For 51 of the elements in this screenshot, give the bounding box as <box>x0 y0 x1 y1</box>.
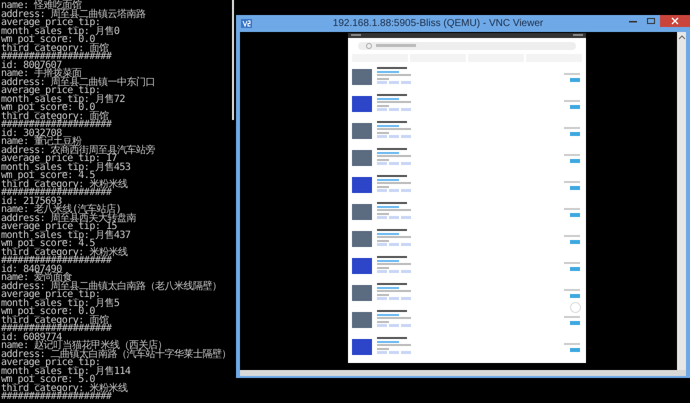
terminal-line: id: 3032708 <box>0 130 62 138</box>
terminal-line: id: 8407490 <box>0 266 62 274</box>
terminal-line: average_price_tip: 15 <box>0 223 117 232</box>
terminal-line: average_price_tip: <box>0 291 100 300</box>
terminal-line: third_category: 米粉米线 <box>0 384 128 393</box>
terminal-line: address: 周至县西关大转盘南 <box>0 214 138 223</box>
close-icon <box>671 17 679 25</box>
terminal-line: address: 周至县二曲镇一中东门口 <box>0 78 156 87</box>
terminal-line: third_category: 米粉米线 <box>0 248 128 257</box>
terminal-line: id: 2175693 <box>0 198 62 206</box>
terminal-line: address: 周至县二曲镇太白南路（老八米线隔壁） <box>0 282 223 291</box>
terminal-line: average_price_tip: <box>0 359 100 368</box>
maximize-icon <box>647 17 655 25</box>
terminal-line: name: 手擀拨菜面 <box>0 70 82 78</box>
terminal-line: #################### <box>0 53 113 62</box>
terminal-line: month_sales_tip: 月售0 <box>0 28 120 36</box>
terminal-line: month_sales_tip: 月售453 <box>0 164 132 172</box>
terminal-line: month_sales_tip: 月售5 <box>0 300 120 308</box>
terminal-line: wm_poi_score: 0.0 <box>0 308 95 316</box>
terminal-line: third_category: 米粉米线 <box>0 180 128 189</box>
terminal-line: third_category: 面馆 <box>0 316 108 325</box>
terminal-line: name: 爱尚面食 <box>0 274 72 282</box>
terminal-line: name: 怪难吃面馆 <box>0 2 82 10</box>
terminal-line: #################### <box>0 121 113 130</box>
window-title: 192.168.1.88:5905-Bliss (QEMU) - VNC Viewer <box>332 18 544 29</box>
terminal-line: third_category: 面馆 <box>0 44 108 53</box>
close-button[interactable] <box>660 15 690 27</box>
scrollbar[interactable] <box>232 0 234 120</box>
terminal-line: wm_poi_score: 0.0 <box>0 104 95 112</box>
terminal-line: #################### <box>0 393 112 402</box>
terminal-line: address: 农商西街周至县汽车站旁 <box>0 146 156 155</box>
terminal-line: #################### <box>0 189 112 198</box>
scrollbar[interactable] <box>240 370 686 376</box>
terminal-line: #################### <box>0 325 113 334</box>
terminal-line: id: 6089774 <box>0 334 62 342</box>
terminal-line: name: 老八米线(汽车站店) <box>0 206 122 214</box>
terminal-line: month_sales_tip: 月售72 <box>0 96 126 104</box>
terminal-line: third_category: 面馆 <box>0 112 108 121</box>
terminal-line: average_price_tip: 17 <box>0 155 117 164</box>
terminal-line: average_price_tip: <box>0 87 100 96</box>
terminal-line: name: 赵记叮当猫花甲米线（西关店） <box>0 342 168 350</box>
terminal-line: average_price_tip: <box>0 19 100 28</box>
app-icon <box>241 19 252 28</box>
terminal-line: wm_poi_score: 0.0 <box>0 36 95 44</box>
terminal-line: month_sales_tip: 月售437 <box>0 232 132 240</box>
terminal-line: month_sales_tip: 月售114 <box>0 368 132 376</box>
terminal-line: address: 二曲镇太白南路（汽车站十字华莱士隔壁） <box>0 350 232 359</box>
terminal-line: #################### <box>0 257 112 266</box>
terminal-line: id: 8007607 <box>0 62 62 70</box>
scrollbar[interactable] <box>677 32 686 370</box>
terminal-line: address: 周至县二曲镇云塔南路 <box>0 10 147 19</box>
